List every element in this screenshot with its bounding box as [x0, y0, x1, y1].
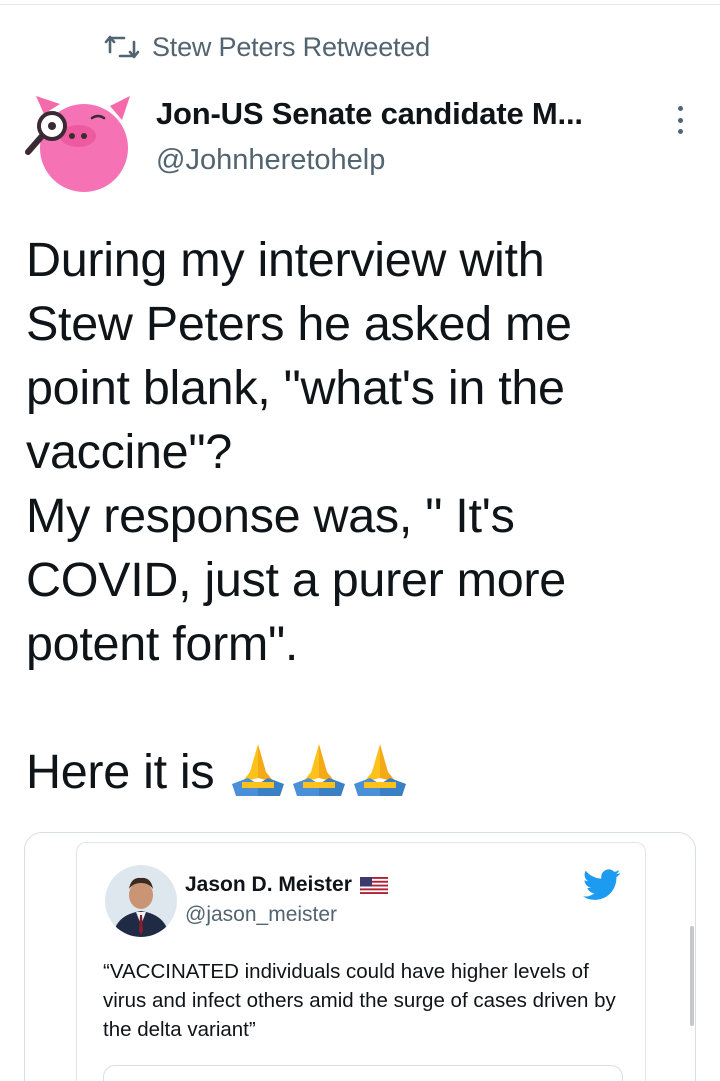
retweet-icon	[104, 35, 140, 59]
retweet-label: Stew Peters Retweeted	[152, 31, 430, 62]
twitter-bird-icon	[583, 869, 621, 900]
embedded-tweet[interactable]: Jason D. Meister @jason_meister “VACCINA…	[76, 842, 646, 1081]
folded-hands-emoji	[354, 744, 406, 796]
us-flag-icon	[359, 876, 388, 894]
author-name[interactable]: Jon-US Senate candidate M...	[156, 96, 656, 132]
person-photo-image	[105, 865, 177, 937]
embedded-author-row: Jason D. Meister	[185, 873, 388, 897]
author-handle[interactable]: @Johnheretohelp	[156, 144, 656, 177]
author-info[interactable]: Jon-US Senate candidate M... @Johnhereto…	[156, 96, 656, 177]
embedded-author-avatar	[105, 865, 177, 937]
more-vertical-icon[interactable]	[670, 104, 690, 136]
tweet-text: During my interview with Stew Peters he …	[26, 233, 572, 799]
dot	[677, 106, 683, 111]
retweet-header[interactable]: Stew Peters Retweeted	[104, 28, 430, 66]
folded-hands-emoji	[232, 744, 284, 796]
embedded-tweet-text: “VACCINATED individuals could have highe…	[103, 960, 616, 1041]
dot	[677, 129, 683, 134]
pig-avatar-image	[25, 96, 130, 192]
scrollbar[interactable]	[690, 926, 694, 1026]
top-divider	[0, 4, 720, 5]
embedded-author-name: Jason D. Meister	[185, 873, 352, 896]
folded-hands-emoji	[293, 744, 345, 796]
dot	[677, 117, 683, 123]
embedded-author-handle: @jason_meister	[185, 903, 338, 926]
emoji-row	[228, 738, 411, 800]
embedded-link-card	[103, 1065, 623, 1081]
avatar[interactable]	[22, 92, 134, 196]
